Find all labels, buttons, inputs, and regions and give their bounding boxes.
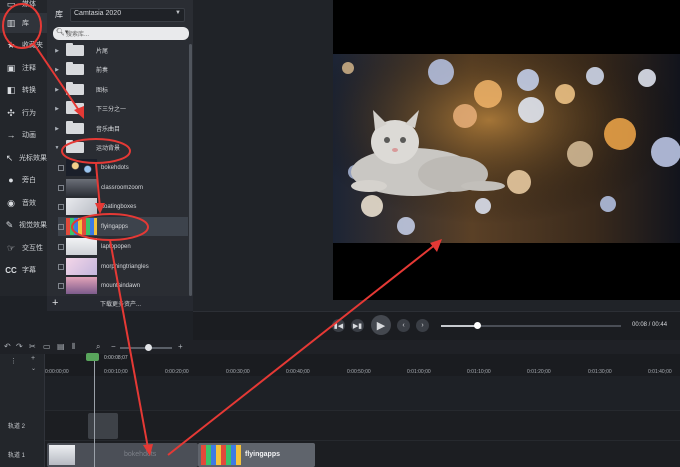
arrow-head-icon [430,239,442,252]
annotation-arrow [109,239,149,449]
arrow-head-icon [143,444,153,456]
annotation-circle [2,3,42,49]
annotation-arrow [95,163,101,209]
arrow-head-icon [95,203,105,214]
arrow-head-icon [74,106,84,119]
annotation-arrow [167,243,437,456]
tutorial-annotation-overlay [2,3,442,456]
annotation-arrow [33,43,81,113]
annotation-circle [61,138,131,164]
annotation-circle [71,213,149,241]
